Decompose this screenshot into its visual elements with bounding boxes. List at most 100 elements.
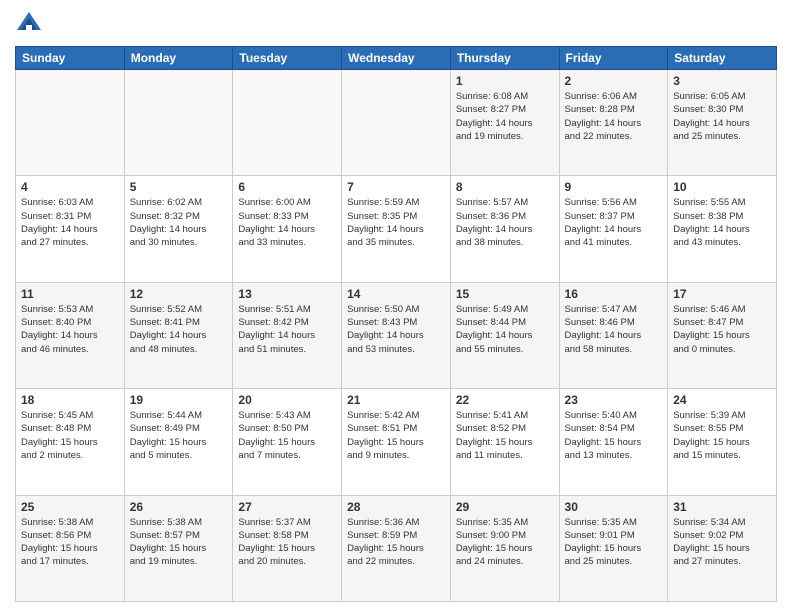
day-number: 9: [565, 180, 663, 194]
calendar-cell: 13 Sunrise: 5:51 AM Sunset: 8:42 PM Dayli…: [233, 282, 342, 388]
day-number: 11: [21, 287, 119, 301]
day-info: Sunrise: 5:56 AM Sunset: 8:37 PM Dayligh…: [565, 196, 663, 249]
calendar-cell: 22 Sunrise: 5:41 AM Sunset: 8:52 PM Dayli…: [450, 389, 559, 495]
day-number: 4: [21, 180, 119, 194]
day-info: Sunrise: 5:38 AM Sunset: 8:57 PM Dayligh…: [130, 516, 228, 569]
calendar-cell: 3 Sunrise: 6:05 AM Sunset: 8:30 PM Daylig…: [668, 70, 777, 176]
calendar-cell: 12 Sunrise: 5:52 AM Sunset: 8:41 PM Dayli…: [124, 282, 233, 388]
day-number: 10: [673, 180, 771, 194]
day-info: Sunrise: 5:55 AM Sunset: 8:38 PM Dayligh…: [673, 196, 771, 249]
day-number: 27: [238, 500, 336, 514]
weekday-header: Wednesday: [342, 47, 451, 70]
day-info: Sunrise: 5:40 AM Sunset: 8:54 PM Dayligh…: [565, 409, 663, 462]
day-number: 14: [347, 287, 445, 301]
calendar-cell: 28Sunrise: 5:36 AM Sunset: 8:59 PM Dayli…: [342, 495, 451, 601]
logo: [15, 10, 47, 38]
day-info: Sunrise: 5:51 AM Sunset: 8:42 PM Dayligh…: [238, 303, 336, 356]
weekday-header: Monday: [124, 47, 233, 70]
day-info: Sunrise: 6:05 AM Sunset: 8:30 PM Dayligh…: [673, 90, 771, 143]
day-info: Sunrise: 5:35 AM Sunset: 9:00 PM Dayligh…: [456, 516, 554, 569]
day-info: Sunrise: 5:37 AM Sunset: 8:58 PM Dayligh…: [238, 516, 336, 569]
calendar-cell: 10 Sunrise: 5:55 AM Sunset: 8:38 PM Dayli…: [668, 176, 777, 282]
calendar-cell: [124, 70, 233, 176]
calendar-cell: 14 Sunrise: 5:50 AM Sunset: 8:43 PM Dayli…: [342, 282, 451, 388]
day-info: Sunrise: 5:59 AM Sunset: 8:35 PM Dayligh…: [347, 196, 445, 249]
calendar-cell: 18Sunrise: 5:45 AM Sunset: 8:48 PM Dayli…: [16, 389, 125, 495]
calendar-cell: 8 Sunrise: 5:57 AM Sunset: 8:36 PM Daylig…: [450, 176, 559, 282]
weekday-header: Sunday: [16, 47, 125, 70]
calendar-cell: 7 Sunrise: 5:59 AM Sunset: 8:35 PM Daylig…: [342, 176, 451, 282]
calendar-cell: 16 Sunrise: 5:47 AM Sunset: 8:46 PM Dayli…: [559, 282, 668, 388]
weekday-header: Friday: [559, 47, 668, 70]
header: [15, 10, 777, 38]
day-number: 25: [21, 500, 119, 514]
day-number: 3: [673, 74, 771, 88]
day-info: Sunrise: 6:03 AM Sunset: 8:31 PM Dayligh…: [21, 196, 119, 249]
day-info: Sunrise: 5:57 AM Sunset: 8:36 PM Dayligh…: [456, 196, 554, 249]
calendar-week-row: 4 Sunrise: 6:03 AM Sunset: 8:31 PM Daylig…: [16, 176, 777, 282]
calendar-cell: 23 Sunrise: 5:40 AM Sunset: 8:54 PM Dayli…: [559, 389, 668, 495]
day-number: 13: [238, 287, 336, 301]
calendar-cell: 11 Sunrise: 5:53 AM Sunset: 8:40 PM Dayli…: [16, 282, 125, 388]
calendar-cell: 30 Sunrise: 5:35 AM Sunset: 9:01 PM Dayli…: [559, 495, 668, 601]
day-info: Sunrise: 5:35 AM Sunset: 9:01 PM Dayligh…: [565, 516, 663, 569]
day-number: 19: [130, 393, 228, 407]
day-info: Sunrise: 5:38 AM Sunset: 8:56 PM Dayligh…: [21, 516, 119, 569]
day-number: 30: [565, 500, 663, 514]
weekday-header: Thursday: [450, 47, 559, 70]
day-info: Sunrise: 6:02 AM Sunset: 8:32 PM Dayligh…: [130, 196, 228, 249]
page: SundayMondayTuesdayWednesdayThursdayFrid…: [0, 0, 792, 612]
calendar-cell: [16, 70, 125, 176]
weekday-header: Saturday: [668, 47, 777, 70]
calendar-cell: [233, 70, 342, 176]
day-number: 12: [130, 287, 228, 301]
day-number: 2: [565, 74, 663, 88]
day-number: 22: [456, 393, 554, 407]
weekday-header: Tuesday: [233, 47, 342, 70]
calendar-cell: 24Sunrise: 5:39 AM Sunset: 8:55 PM Dayli…: [668, 389, 777, 495]
day-number: 8: [456, 180, 554, 194]
day-number: 6: [238, 180, 336, 194]
calendar-table: SundayMondayTuesdayWednesdayThursdayFrid…: [15, 46, 777, 602]
day-number: 16: [565, 287, 663, 301]
day-info: Sunrise: 5:42 AM Sunset: 8:51 PM Dayligh…: [347, 409, 445, 462]
day-info: Sunrise: 5:53 AM Sunset: 8:40 PM Dayligh…: [21, 303, 119, 356]
calendar-cell: 15Sunrise: 5:49 AM Sunset: 8:44 PM Dayli…: [450, 282, 559, 388]
day-info: Sunrise: 6:06 AM Sunset: 8:28 PM Dayligh…: [565, 90, 663, 143]
day-number: 21: [347, 393, 445, 407]
calendar-cell: 17Sunrise: 5:46 AM Sunset: 8:47 PM Dayli…: [668, 282, 777, 388]
day-info: Sunrise: 6:08 AM Sunset: 8:27 PM Dayligh…: [456, 90, 554, 143]
calendar-cell: 6 Sunrise: 6:00 AM Sunset: 8:33 PM Daylig…: [233, 176, 342, 282]
day-info: Sunrise: 5:44 AM Sunset: 8:49 PM Dayligh…: [130, 409, 228, 462]
calendar-cell: 1 Sunrise: 6:08 AM Sunset: 8:27 PM Daylig…: [450, 70, 559, 176]
calendar-cell: 19 Sunrise: 5:44 AM Sunset: 8:49 PM Dayli…: [124, 389, 233, 495]
day-info: Sunrise: 5:34 AM Sunset: 9:02 PM Dayligh…: [673, 516, 771, 569]
calendar-cell: 31 Sunrise: 5:34 AM Sunset: 9:02 PM Dayli…: [668, 495, 777, 601]
calendar-week-row: 11 Sunrise: 5:53 AM Sunset: 8:40 PM Dayli…: [16, 282, 777, 388]
day-info: Sunrise: 5:47 AM Sunset: 8:46 PM Dayligh…: [565, 303, 663, 356]
day-info: Sunrise: 6:00 AM Sunset: 8:33 PM Dayligh…: [238, 196, 336, 249]
calendar-cell: 2 Sunrise: 6:06 AM Sunset: 8:28 PM Daylig…: [559, 70, 668, 176]
calendar-cell: 26Sunrise: 5:38 AM Sunset: 8:57 PM Dayli…: [124, 495, 233, 601]
day-info: Sunrise: 5:43 AM Sunset: 8:50 PM Dayligh…: [238, 409, 336, 462]
logo-icon: [15, 10, 43, 38]
calendar-cell: 9 Sunrise: 5:56 AM Sunset: 8:37 PM Daylig…: [559, 176, 668, 282]
day-info: Sunrise: 5:39 AM Sunset: 8:55 PM Dayligh…: [673, 409, 771, 462]
day-number: 23: [565, 393, 663, 407]
calendar-cell: 25 Sunrise: 5:38 AM Sunset: 8:56 PM Dayli…: [16, 495, 125, 601]
calendar-cell: 4 Sunrise: 6:03 AM Sunset: 8:31 PM Daylig…: [16, 176, 125, 282]
day-number: 1: [456, 74, 554, 88]
calendar-cell: 29Sunrise: 5:35 AM Sunset: 9:00 PM Dayli…: [450, 495, 559, 601]
day-number: 7: [347, 180, 445, 194]
day-info: Sunrise: 5:50 AM Sunset: 8:43 PM Dayligh…: [347, 303, 445, 356]
day-info: Sunrise: 5:52 AM Sunset: 8:41 PM Dayligh…: [130, 303, 228, 356]
calendar-week-row: 18Sunrise: 5:45 AM Sunset: 8:48 PM Dayli…: [16, 389, 777, 495]
calendar-cell: 20Sunrise: 5:43 AM Sunset: 8:50 PM Dayli…: [233, 389, 342, 495]
calendar-cell: [342, 70, 451, 176]
day-info: Sunrise: 5:41 AM Sunset: 8:52 PM Dayligh…: [456, 409, 554, 462]
day-number: 28: [347, 500, 445, 514]
calendar-cell: 21 Sunrise: 5:42 AM Sunset: 8:51 PM Dayli…: [342, 389, 451, 495]
calendar-week-row: 1 Sunrise: 6:08 AM Sunset: 8:27 PM Daylig…: [16, 70, 777, 176]
day-number: 15: [456, 287, 554, 301]
day-number: 31: [673, 500, 771, 514]
